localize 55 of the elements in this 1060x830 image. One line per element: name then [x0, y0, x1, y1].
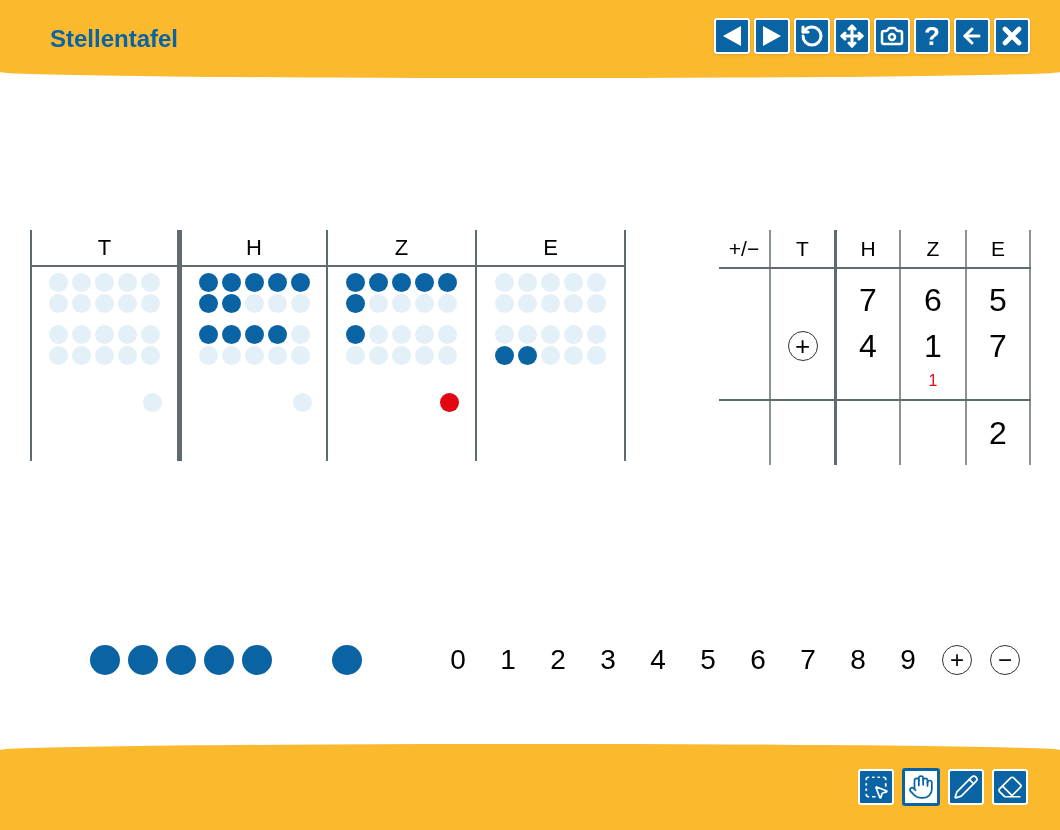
digit-tile[interactable]: 9 [896, 639, 920, 681]
camera-icon [880, 24, 904, 48]
hand-icon [908, 774, 934, 800]
help-button[interactable]: ? [914, 18, 950, 54]
select-tool-button[interactable] [858, 769, 894, 805]
digit-tile[interactable]: 3 [596, 639, 620, 681]
back-button[interactable] [954, 18, 990, 54]
next-button[interactable] [754, 18, 790, 54]
hand-tool-button[interactable] [902, 768, 940, 806]
digit-tile[interactable]: 7 [796, 639, 820, 681]
close-button[interactable] [994, 18, 1030, 54]
eraser-tool-button[interactable] [992, 769, 1028, 805]
digit: 5 [989, 284, 1007, 316]
camera-button[interactable] [874, 18, 910, 54]
column-header: +/− [728, 235, 760, 262]
counter-token[interactable] [90, 645, 120, 675]
pen-tool-button[interactable] [948, 769, 984, 805]
pencil-icon [953, 774, 979, 800]
digit: 2 [989, 417, 1007, 449]
reset-icon [800, 24, 824, 48]
column-header: E [991, 235, 1005, 262]
counter-token[interactable] [128, 645, 158, 675]
triangle-left-icon [721, 24, 743, 48]
column-header: T [796, 235, 809, 262]
counter-token[interactable] [332, 645, 362, 675]
counter-token[interactable] [204, 645, 234, 675]
move-icon [840, 24, 864, 48]
digit: 7 [989, 330, 1007, 362]
digit-tile[interactable]: 4 [646, 639, 670, 681]
triangle-right-icon [761, 24, 783, 48]
move-button[interactable] [834, 18, 870, 54]
column-header: H [860, 235, 876, 262]
reset-button[interactable] [794, 18, 830, 54]
digit-tile[interactable]: 2 [546, 639, 570, 681]
digit: 6 [924, 284, 942, 316]
column-header: H [246, 234, 262, 262]
page-title: Stellentafel [50, 24, 179, 54]
carry-digit: 1 [928, 371, 938, 391]
prev-button[interactable] [714, 18, 750, 54]
counter-token[interactable] [242, 645, 272, 675]
digit: 7 [859, 284, 877, 316]
digit: 4 [859, 330, 877, 362]
eraser-icon [997, 774, 1023, 800]
digit-tile[interactable]: 8 [846, 639, 870, 681]
column-header: Z [394, 234, 409, 262]
digit-tile[interactable]: 5 [696, 639, 720, 681]
counter-token[interactable] [166, 645, 196, 675]
selection-icon [863, 774, 889, 800]
column-header: E [543, 234, 558, 262]
digit-tile[interactable]: 6 [746, 639, 770, 681]
column-header: T [97, 234, 112, 262]
digit-tile[interactable]: 0 [446, 639, 470, 681]
digit-tile[interactable]: 1 [496, 639, 520, 681]
digit: 1 [924, 330, 942, 362]
column-header: Z [926, 235, 940, 262]
